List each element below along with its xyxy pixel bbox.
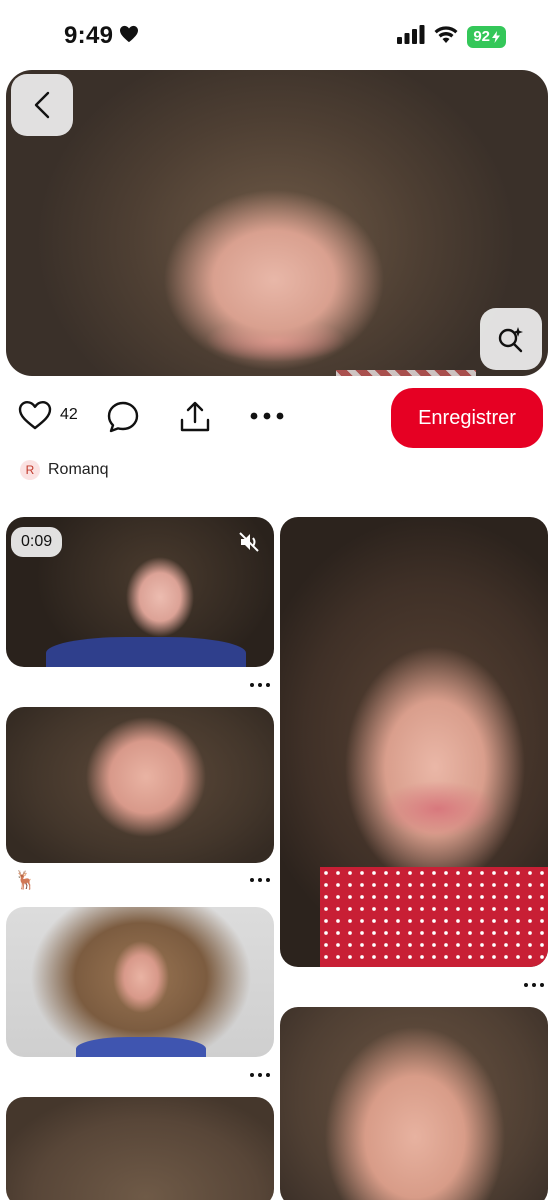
heart-outline-icon	[18, 401, 52, 430]
heart-icon	[119, 22, 139, 50]
pin-emoji: 🦌	[14, 870, 37, 890]
battery-level: 92	[473, 28, 490, 45]
share-button[interactable]	[178, 400, 212, 434]
status-time: 9:49	[64, 22, 114, 49]
shirt-detail	[336, 370, 476, 376]
wifi-icon	[433, 24, 459, 49]
status-time-group: 9:49	[64, 22, 139, 50]
pin-more-button[interactable]	[524, 983, 544, 987]
creator-avatar: R	[20, 460, 40, 480]
pin-more-button[interactable]	[250, 878, 270, 882]
creator-name: Romanq	[48, 461, 109, 478]
sound-off-icon[interactable]	[238, 531, 260, 558]
save-button[interactable]: Enregistrer	[391, 388, 543, 448]
visual-search-button[interactable]	[480, 308, 542, 370]
video-duration-badge: 0:09	[11, 527, 63, 557]
signal-icon	[397, 24, 425, 49]
like-count: 42	[60, 406, 78, 423]
status-bar: 9:49 92	[0, 0, 554, 72]
chevron-left-icon	[34, 91, 50, 119]
pin-more-button[interactable]	[250, 1073, 270, 1077]
battery-charging-icon: 92	[467, 25, 506, 48]
related-pin[interactable]	[280, 517, 548, 967]
pin-action-bar: 42 Enregistrer	[0, 386, 554, 450]
comment-button[interactable]	[106, 400, 140, 434]
more-options-button[interactable]	[250, 412, 284, 420]
related-pin[interactable]	[6, 1097, 274, 1200]
related-pin-video[interactable]: 0:09	[6, 517, 274, 667]
back-button[interactable]	[11, 74, 73, 136]
top-detail	[320, 867, 548, 967]
creator-link[interactable]: R Romanq	[20, 460, 108, 480]
share-upload-icon	[180, 401, 210, 432]
shirt-detail	[46, 637, 246, 667]
shirt-detail	[76, 1037, 206, 1057]
related-pin[interactable]	[280, 1007, 548, 1200]
status-icons: 92	[397, 24, 506, 49]
related-pin[interactable]	[6, 707, 274, 863]
like-button[interactable]: 42	[18, 400, 78, 430]
related-pin[interactable]	[6, 907, 274, 1057]
lens-sparkle-icon	[498, 327, 523, 353]
comment-bubble-icon	[107, 401, 139, 433]
pin-more-button[interactable]	[250, 683, 270, 687]
pin-main-image[interactable]	[6, 70, 548, 376]
ellipsis-icon	[250, 412, 284, 420]
